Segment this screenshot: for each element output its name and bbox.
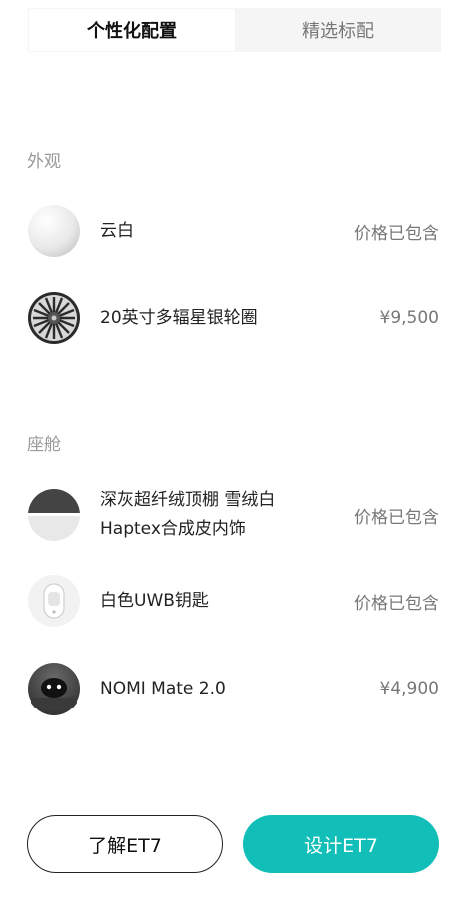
config-tabs: 个性化配置 精选标配 [28, 8, 441, 52]
option-price: 价格已包含 [354, 223, 439, 244]
uwb-key-icon [27, 574, 81, 628]
option-price: ¥9,500 [379, 308, 439, 328]
option-row-interior-trim[interactable]: 深灰超纤绒顶棚 雪绒白 Haptex合成皮内饰 价格已包含 [27, 486, 439, 544]
option-label: 云白 [100, 220, 134, 241]
option-label: 20英寸多辐星银轮圈 [100, 307, 258, 328]
option-label: 深灰超纤绒顶棚 雪绒白 Haptex合成皮内饰 [100, 490, 276, 539]
option-row-cloud-white[interactable]: 云白 价格已包含 [27, 204, 439, 258]
cloud-white-paint-swatch-icon [27, 204, 81, 258]
option-price: ¥4,900 [379, 679, 439, 699]
nomi-mate-robot-icon [27, 662, 81, 716]
section-title-cabin: 座舱 [27, 435, 61, 455]
configuration-page: 个性化配置 精选标配 外观 云白 价格已包含 20英寸多辐星银轮圈 ¥9,500… [0, 0, 463, 900]
option-row-nomi-mate[interactable]: NOMI Mate 2.0 ¥4,900 [27, 662, 439, 716]
option-label: NOMI Mate 2.0 [100, 678, 226, 699]
learn-et7-button[interactable]: 了解ET7 [27, 815, 223, 873]
option-row-wheel[interactable]: 20英寸多辐星银轮圈 ¥9,500 [27, 291, 439, 345]
interior-trim-swatch-icon [27, 488, 81, 542]
option-label: 白色UWB钥匙 [100, 590, 209, 611]
tab-selected-standard[interactable]: 精选标配 [235, 8, 441, 52]
option-row-uwb-key[interactable]: 白色UWB钥匙 价格已包含 [27, 574, 439, 628]
design-et7-button[interactable]: 设计ET7 [243, 815, 439, 873]
section-title-exterior: 外观 [27, 152, 61, 172]
tab-personalized-config[interactable]: 个性化配置 [29, 9, 235, 51]
option-price: 价格已包含 [354, 593, 439, 614]
multi-spoke-wheel-icon [27, 291, 81, 345]
option-price: 价格已包含 [354, 507, 439, 528]
